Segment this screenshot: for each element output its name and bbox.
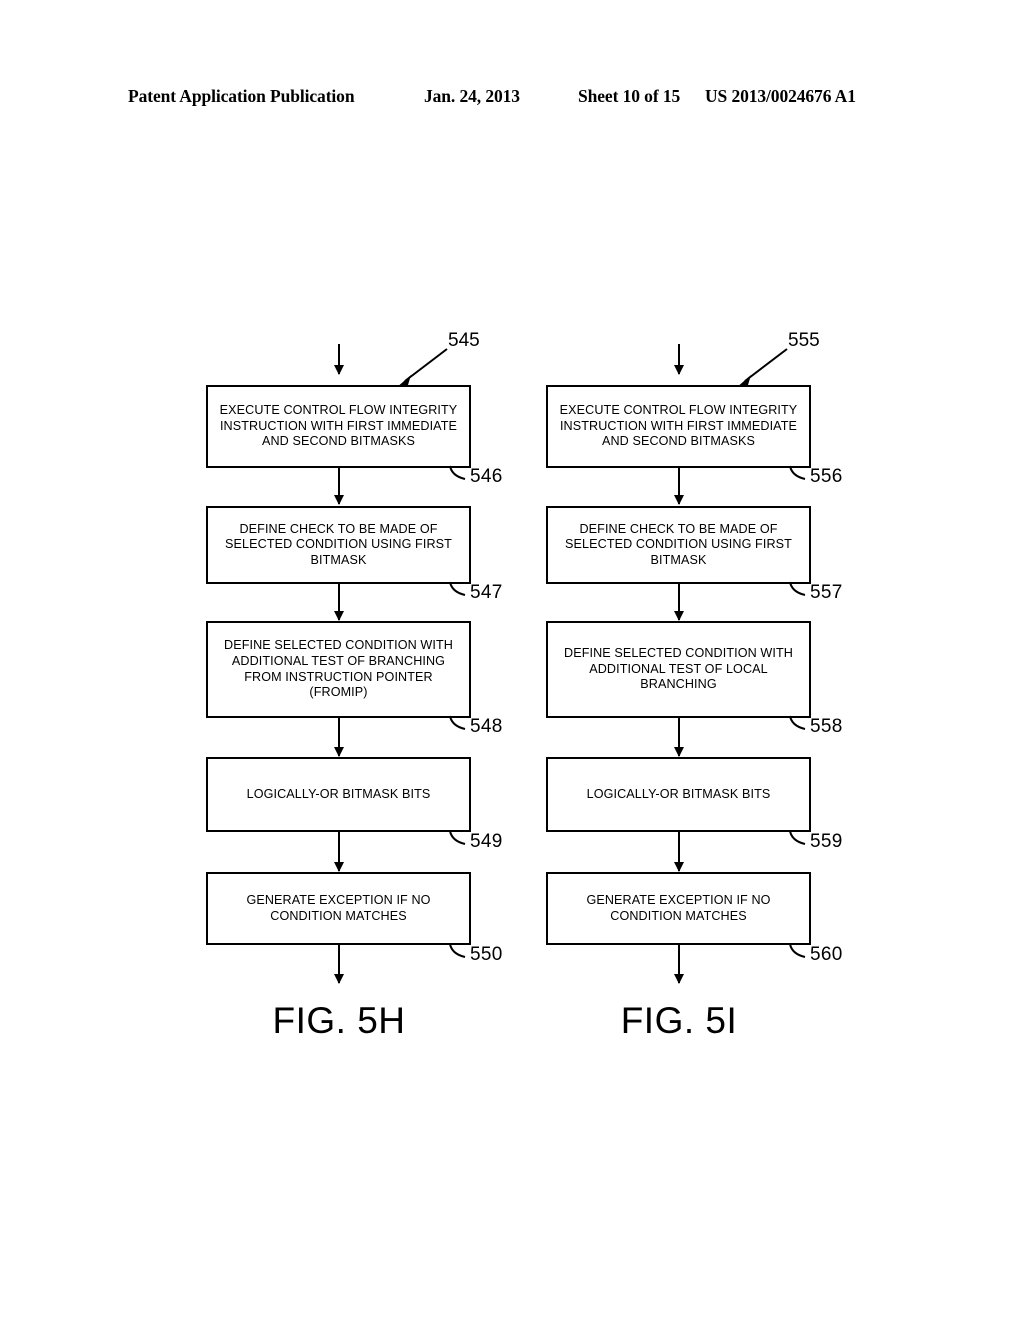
figure-caption-5h: FIG. 5H bbox=[272, 1000, 406, 1041]
flow-node-556-text: EXECUTE CONTROL FLOW INTEGRITY INSTRUCTI… bbox=[559, 403, 798, 449]
connector-547-548 bbox=[334, 584, 344, 621]
ref-label-560: 560 bbox=[810, 944, 843, 965]
connector-559-560 bbox=[674, 832, 684, 872]
figure-caption-5i: FIG. 5I bbox=[620, 1000, 738, 1041]
flow-node-550-text: GENERATE EXCEPTION IF NO CONDITION MATCH… bbox=[246, 892, 431, 923]
ref-548-leader bbox=[448, 714, 470, 732]
connector-549-550 bbox=[334, 832, 344, 872]
ref-label-547: 547 bbox=[470, 582, 503, 603]
ref-label-558: 558 bbox=[810, 716, 843, 737]
flow-node-560-text: GENERATE EXCEPTION IF NO CONDITION MATCH… bbox=[586, 892, 771, 923]
flow-node-549: LOGICALLY-OR BITMASK BITS bbox=[206, 757, 471, 832]
ref-547-leader bbox=[448, 580, 470, 598]
flow-node-556: EXECUTE CONTROL FLOW INTEGRITY INSTRUCTI… bbox=[546, 385, 811, 468]
ref-559-leader bbox=[788, 829, 810, 847]
flow-node-549-text: LOGICALLY-OR BITMASK BITS bbox=[246, 786, 431, 801]
ref-label-549: 549 bbox=[470, 831, 503, 852]
flow-node-548: DEFINE SELECTED CONDITION WITH ADDITIONA… bbox=[206, 621, 471, 718]
flow-node-546: EXECUTE CONTROL FLOW INTEGRITY INSTRUCTI… bbox=[206, 385, 471, 468]
connector-546-547 bbox=[334, 468, 344, 505]
exit-connector bbox=[674, 945, 684, 984]
ref-label-550: 550 bbox=[470, 944, 503, 965]
connector-556-557 bbox=[674, 468, 684, 505]
ref-label-556: 556 bbox=[810, 466, 843, 487]
flow-node-558: DEFINE SELECTED CONDITION WITH ADDITIONA… bbox=[546, 621, 811, 718]
ref-557-leader bbox=[788, 580, 810, 598]
flow-node-560: GENERATE EXCEPTION IF NO CONDITION MATCH… bbox=[546, 872, 811, 945]
ref-556-leader bbox=[788, 464, 810, 482]
ref-label-559: 559 bbox=[810, 831, 843, 852]
flow-node-550: GENERATE EXCEPTION IF NO CONDITION MATCH… bbox=[206, 872, 471, 945]
ref-label-548: 548 bbox=[470, 716, 503, 737]
ref-549-leader bbox=[448, 829, 470, 847]
flow-node-559-text: LOGICALLY-OR BITMASK BITS bbox=[586, 786, 771, 801]
flow-node-547: DEFINE CHECK TO BE MADE OF SELECTED COND… bbox=[206, 506, 471, 584]
flow-node-557-text: DEFINE CHECK TO BE MADE OF SELECTED COND… bbox=[565, 521, 792, 567]
ref-label-546: 546 bbox=[470, 466, 503, 487]
connector-557-558 bbox=[674, 584, 684, 621]
ref-560-leader bbox=[788, 942, 810, 960]
flow-node-547-text: DEFINE CHECK TO BE MADE OF SELECTED COND… bbox=[225, 521, 452, 567]
flow-node-548-text: DEFINE SELECTED CONDITION WITH ADDITIONA… bbox=[224, 638, 453, 700]
exit-connector bbox=[334, 945, 344, 984]
ref-550-leader bbox=[448, 942, 470, 960]
connector-548-549 bbox=[334, 718, 344, 757]
ref-546-leader bbox=[448, 464, 470, 482]
flow-node-558-text: DEFINE SELECTED CONDITION WITH ADDITIONA… bbox=[564, 646, 793, 692]
ref-label-557: 557 bbox=[810, 582, 843, 603]
connector-558-559 bbox=[674, 718, 684, 757]
figure-5i: 555 EXECUTE CONTROL FLOW INTEGRITY INSTR… bbox=[520, 0, 860, 1320]
flow-node-546-text: EXECUTE CONTROL FLOW INTEGRITY INSTRUCTI… bbox=[219, 403, 458, 449]
flow-node-557: DEFINE CHECK TO BE MADE OF SELECTED COND… bbox=[546, 506, 811, 584]
entry-connector bbox=[674, 344, 684, 375]
flow-node-559: LOGICALLY-OR BITMASK BITS bbox=[546, 757, 811, 832]
figure-5h: 545 EXECUTE CONTROL FLOW INTEGRITY INSTR… bbox=[180, 0, 520, 1320]
ref-558-leader bbox=[788, 714, 810, 732]
entry-connector bbox=[334, 344, 344, 375]
